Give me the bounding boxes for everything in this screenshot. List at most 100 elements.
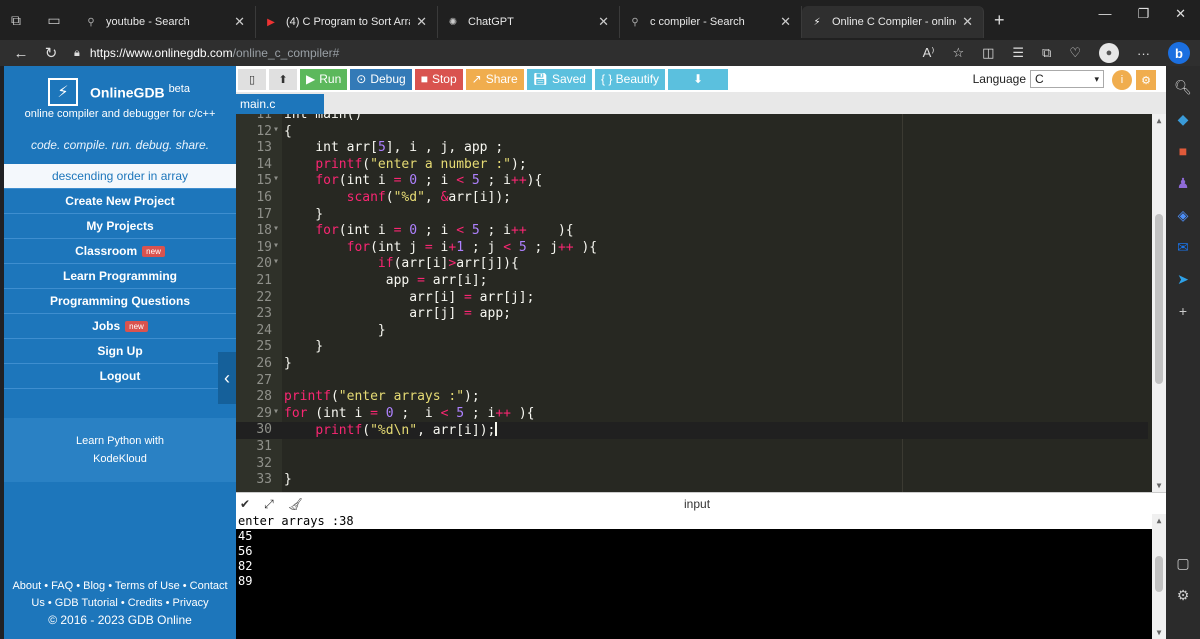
code-line[interactable]: 23 arr[j] = app;	[236, 306, 1148, 323]
code-line[interactable]: 13 int arr[5], i , j, app ;	[236, 140, 1148, 157]
saved-button[interactable]: 💾︎ Saved	[526, 68, 592, 90]
favorite-star-icon[interactable]: ☆	[952, 45, 964, 61]
run-button[interactable]: ▶ Run	[300, 68, 348, 90]
new-file-icon[interactable]: ▯	[238, 68, 266, 90]
console-output[interactable]: enter arrays :38 45 56 82 89 ▲ ▼	[236, 514, 1166, 639]
collapse-sidebar-button[interactable]: ‹	[218, 352, 236, 404]
share-button[interactable]: ↗ Share	[465, 68, 524, 90]
upload-icon[interactable]: ⬆	[269, 68, 297, 90]
close-tab-icon[interactable]: ✕	[598, 14, 609, 30]
footer-links-2[interactable]: Us • GDB Tutorial • Credits • Privacy	[4, 595, 236, 612]
code-line[interactable]: 16 scanf("%d", &arr[i]);	[236, 190, 1148, 207]
editor-scrollbar[interactable]: ▲ ▼	[1152, 114, 1166, 492]
stop-button[interactable]: ■ Stop	[414, 68, 463, 90]
expand-icon[interactable]: ⤢	[264, 497, 274, 512]
favorites-icon[interactable]: ☰	[1012, 45, 1024, 61]
scroll-down-icon[interactable]: ▼	[1152, 481, 1166, 490]
browser-tab[interactable]: ⚡ Online C Compiler - online ✕	[802, 6, 984, 38]
search-icon[interactable]: 🔍︎	[1174, 78, 1192, 96]
more-menu-icon[interactable]: ···	[1137, 46, 1150, 61]
code-line[interactable]: 30 printf("%d\n", arr[i]);	[236, 422, 1148, 439]
fold-arrow-icon[interactable]: ▾	[273, 223, 281, 234]
info-icon[interactable]: i	[1112, 70, 1132, 90]
code-line[interactable]: 21 app = arr[i];	[236, 273, 1148, 290]
restore-icon[interactable]: ❐	[1137, 6, 1149, 22]
code-line[interactable]: 20 ▾ if(arr[i]>arr[j]){	[236, 256, 1148, 273]
toolbox-icon[interactable]: ■	[1174, 142, 1192, 160]
scroll-up-icon[interactable]: ▲	[1152, 116, 1166, 125]
code-line[interactable]: 18 ▾ for(int i = 0 ; i < 5 ; i++ ){	[236, 223, 1148, 240]
code-line[interactable]: 29 ▾ for (int i = 0 ; i < 5 ; i++ ){	[236, 406, 1148, 423]
games-icon[interactable]: ♟	[1174, 174, 1192, 192]
fold-arrow-icon[interactable]: ▾	[273, 406, 281, 417]
scroll-up-icon[interactable]: ▲	[1152, 516, 1166, 525]
fold-arrow-icon[interactable]: ▾	[273, 240, 281, 251]
code-line[interactable]: 25 }	[236, 339, 1148, 356]
read-aloud-icon[interactable]: A⁾	[923, 45, 935, 61]
scroll-down-icon[interactable]: ▼	[1152, 628, 1166, 637]
debug-button[interactable]: ⊙ Debug	[350, 68, 412, 90]
code-line[interactable]: 17 }	[236, 207, 1148, 224]
split-screen-icon[interactable]: ◫	[982, 45, 994, 61]
outlook-icon[interactable]: ✉	[1174, 238, 1192, 256]
file-tab-main[interactable]: main.c	[236, 94, 324, 114]
console-scrollbar[interactable]: ▲ ▼	[1152, 514, 1166, 639]
sidebar-item[interactable]: Learn Programming	[4, 264, 236, 289]
tag-icon[interactable]: ◆	[1174, 110, 1192, 128]
settings-gear-icon[interactable]: ⚙	[1174, 586, 1192, 604]
close-tab-icon[interactable]: ✕	[780, 14, 791, 30]
beautify-button[interactable]: { } Beautify	[594, 68, 666, 90]
code-line[interactable]: 11 int main()	[236, 114, 1148, 124]
code-editor[interactable]: 11 int main() 12 ▾{13 int arr[5], i , j, ap…	[236, 114, 1166, 492]
add-sidebar-icon[interactable]: +	[1174, 302, 1192, 320]
download-button[interactable]: ⬇	[668, 68, 729, 90]
code-line[interactable]: 26}	[236, 356, 1148, 373]
extensions-icon[interactable]: ♡	[1069, 45, 1081, 61]
settings-icon[interactable]: ⚙	[1136, 70, 1156, 90]
fold-arrow-icon[interactable]: ▾	[273, 124, 281, 135]
copilot-icon[interactable]: ◈	[1174, 206, 1192, 224]
sidebar-item[interactable]: descending order in array	[4, 164, 236, 189]
code-line[interactable]: 19 ▾ for(int j = i+1 ; j < 5 ; j++ ){	[236, 240, 1148, 257]
code-line[interactable]: 24 }	[236, 323, 1148, 340]
code-line[interactable]: 15 ▾ for(int i = 0 ; i < 5 ; i++){	[236, 173, 1148, 190]
tab-actions-icon[interactable]: ▭	[42, 8, 66, 32]
sidebar-item[interactable]: My Projects	[4, 214, 236, 239]
sidebar-item[interactable]: Classroom new	[4, 239, 236, 264]
sidebar-item[interactable]: Sign Up	[4, 339, 236, 364]
code-line[interactable]: 33}	[236, 472, 1148, 489]
close-tab-icon[interactable]: ✕	[234, 14, 245, 30]
refresh-icon[interactable]: ↻	[36, 44, 66, 62]
browser-tab[interactable]: ▶ (4) C Program to Sort Array ✕	[256, 6, 438, 38]
send-icon[interactable]: ➤	[1174, 270, 1192, 288]
sidebar-item[interactable]: Logout	[4, 364, 236, 389]
new-tab-button[interactable]: +	[994, 10, 1005, 31]
language-select[interactable]: C ▾	[1030, 70, 1104, 88]
code-line[interactable]: 31	[236, 439, 1148, 456]
editor-scroll-thumb[interactable]	[1155, 214, 1163, 384]
sidebar-item[interactable]: Create New Project	[4, 189, 236, 214]
workspaces-icon[interactable]: ⧉	[4, 8, 28, 32]
chevron-down-icon[interactable]: ✔	[240, 497, 250, 512]
url-field[interactable]: 🔒︎ https://www.onlinegdb.com/online_c_co…	[74, 46, 339, 60]
code-line[interactable]: 22 arr[i] = arr[j];	[236, 290, 1148, 307]
code-line[interactable]: 14 printf("enter a number :");	[236, 157, 1148, 174]
footer-links-1[interactable]: About • FAQ • Blog • Terms of Use • Cont…	[4, 578, 236, 595]
fold-arrow-icon[interactable]: ▾	[273, 256, 281, 267]
browser-tab[interactable]: ⚲ youtube - Search ✕	[76, 6, 256, 38]
fold-arrow-icon[interactable]: ▾	[273, 173, 281, 184]
minimize-icon[interactable]: —	[1098, 6, 1111, 22]
close-window-icon[interactable]: ✕	[1175, 6, 1186, 22]
bing-icon[interactable]: b	[1168, 42, 1190, 64]
browser-tab[interactable]: ✺ ChatGPT ✕	[438, 6, 620, 38]
code-line[interactable]: 32	[236, 456, 1148, 473]
close-tab-icon[interactable]: ✕	[416, 14, 427, 30]
promo-banner[interactable]: Learn Python with KodeKloud	[4, 418, 236, 482]
console-scroll-thumb[interactable]	[1155, 556, 1163, 592]
code-line[interactable]: 27	[236, 373, 1148, 390]
sidebar-toggle-icon[interactable]: ▢	[1174, 554, 1192, 572]
profile-avatar[interactable]: ●	[1099, 43, 1119, 63]
sidebar-item[interactable]: Jobs new	[4, 314, 236, 339]
back-icon[interactable]: ←	[6, 45, 36, 62]
code-line[interactable]: 12 ▾{	[236, 124, 1148, 141]
